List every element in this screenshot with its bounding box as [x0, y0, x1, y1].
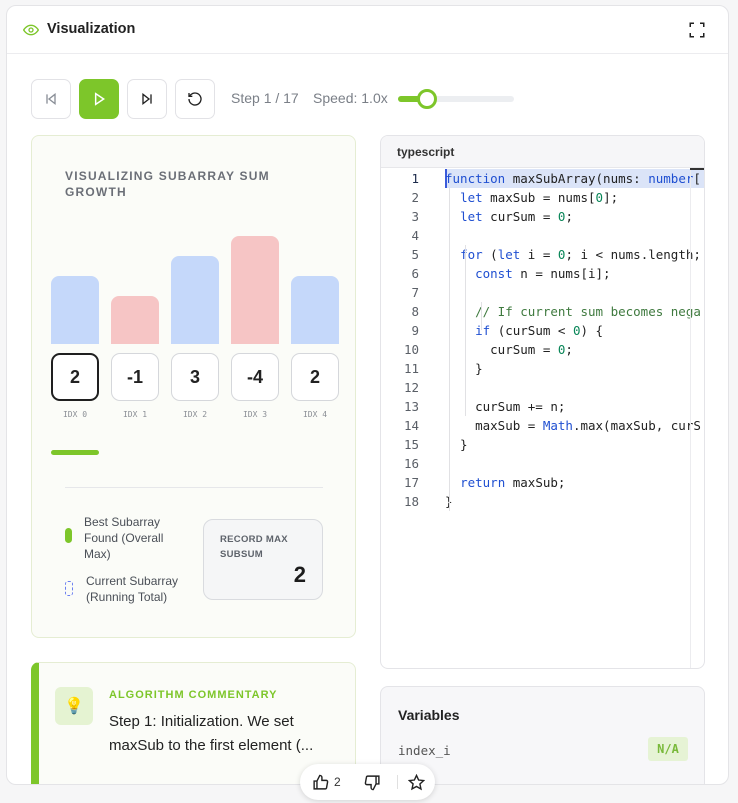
best-subarray-indicator	[51, 450, 99, 455]
speed-label: Speed: 1.0x	[313, 90, 388, 106]
line-number: 6	[411, 266, 419, 281]
star-icon	[408, 773, 425, 790]
line-number: 15	[403, 437, 419, 452]
panel-header: Visualization	[7, 6, 728, 54]
array-value-box: 2	[51, 353, 99, 401]
line-number: 14	[403, 418, 419, 433]
code-line: curSum += n;	[445, 399, 566, 414]
code-language: typescript	[397, 145, 455, 159]
panel-title: Visualization	[47, 21, 136, 37]
like-button[interactable]: 2	[312, 773, 341, 791]
record-max-value: 2	[293, 562, 306, 587]
code-line: return maxSub;	[460, 475, 566, 490]
reset-icon	[188, 92, 202, 106]
divider	[65, 487, 323, 488]
speed-slider[interactable]	[398, 89, 514, 109]
line-number: 13	[403, 399, 419, 414]
variable-value: N/A	[648, 737, 688, 761]
line-number: 18	[403, 494, 419, 509]
line-number: 9	[411, 323, 419, 338]
line-number: 12	[403, 380, 419, 395]
favorite-button[interactable]	[408, 773, 425, 791]
viz-title: VISUALIZING SUBARRAY SUM GROWTH	[65, 169, 270, 199]
visualization-panel: Visualization Step 1 / 17 Speed: 1.0x VI…	[6, 5, 729, 785]
eye-icon	[23, 24, 39, 36]
commentary-label: ALGORITHM COMMENTARY	[109, 689, 278, 701]
code-scrollbar[interactable]	[690, 168, 704, 668]
code-line: }	[445, 361, 483, 376]
feedback-separator	[397, 775, 398, 789]
feedback-bar: 2	[300, 764, 435, 800]
array-bar	[51, 276, 99, 344]
line-number: 1	[411, 171, 419, 186]
array-value-box: 3	[171, 353, 219, 401]
legend-current-label: Current Subarray (Running Total)	[86, 574, 179, 604]
skip-back-icon	[46, 92, 56, 106]
step-counter: Step 1 / 17	[231, 90, 299, 106]
reset-button[interactable]	[175, 79, 215, 119]
line-number: 11	[403, 361, 419, 376]
indent-guide	[481, 302, 482, 330]
like-count: 2	[334, 775, 341, 789]
line-number: 16	[403, 456, 419, 471]
array-index-label: IDX 1	[122, 410, 148, 419]
line-number: 5	[411, 247, 419, 262]
commentary-text: Step 1: Initialization. We set maxSub to…	[109, 713, 314, 754]
indent-guide	[465, 245, 466, 416]
array-bar	[171, 256, 219, 344]
array-bar	[111, 296, 159, 344]
array-bar	[231, 236, 279, 344]
current-subarray-swatch	[65, 581, 73, 596]
code-panel: typescript 1 function maxSubArray(nums: n…	[380, 135, 705, 669]
line-number: 3	[411, 209, 419, 224]
code-line: maxSub = Math.max(maxSub, curS	[445, 418, 701, 433]
step-forward-button[interactable]	[127, 79, 167, 119]
line-number: 8	[411, 304, 419, 319]
line-number: 2	[411, 190, 419, 205]
variables-title: Variables	[398, 707, 460, 723]
line-number: 7	[411, 285, 419, 300]
speed-slider-thumb[interactable]	[417, 89, 437, 109]
legend-best-label: Best Subarray Found (Overall Max)	[84, 515, 164, 561]
array-bar	[291, 276, 339, 344]
variable-name: index_i	[398, 743, 451, 758]
fullscreen-icon[interactable]	[688, 21, 706, 39]
line-number: 10	[403, 342, 419, 357]
code-line: for (let i = 0; i < nums.length;	[460, 247, 701, 262]
line-number: 17	[403, 475, 419, 490]
lightbulb-icon: 💡	[55, 687, 93, 725]
dislike-button[interactable]	[364, 773, 381, 791]
line-number: 4	[411, 228, 419, 243]
code-line: function maxSubArray(nums: number[	[445, 171, 701, 186]
skip-back-button[interactable]	[31, 79, 71, 119]
record-max-box: RECORD MAX SUBSUM 2	[203, 519, 323, 600]
code-line: // If current sum becomes nega	[445, 304, 701, 319]
indent-guide	[449, 188, 450, 511]
array-value-box: -1	[111, 353, 159, 401]
array-index-label: IDX 0	[62, 410, 88, 419]
scroll-position-marker	[690, 168, 704, 170]
best-subarray-swatch	[65, 528, 72, 543]
play-icon	[94, 92, 105, 106]
skip-forward-icon	[142, 92, 152, 106]
play-button[interactable]	[79, 79, 119, 119]
code-line: let maxSub = nums[0];	[460, 190, 619, 205]
record-max-label: RECORD MAX SUBSUM	[220, 534, 288, 560]
code-line: let curSum = 0;	[460, 209, 573, 224]
thumbs-up-icon	[313, 774, 329, 790]
thumbs-down-icon	[364, 774, 380, 790]
code-header: typescript	[381, 136, 704, 168]
array-value-box: -4	[231, 353, 279, 401]
array-index-label: IDX 3	[242, 410, 268, 419]
array-index-label: IDX 2	[182, 410, 208, 419]
array-value-box: 2	[291, 353, 339, 401]
array-index-label: IDX 4	[302, 410, 328, 419]
code-line: if (curSum < 0) {	[475, 323, 604, 338]
code-line: const n = nums[i];	[475, 266, 611, 281]
array-visualization-card: VISUALIZING SUBARRAY SUM GROWTH 2 IDX 0 -1…	[31, 135, 356, 638]
